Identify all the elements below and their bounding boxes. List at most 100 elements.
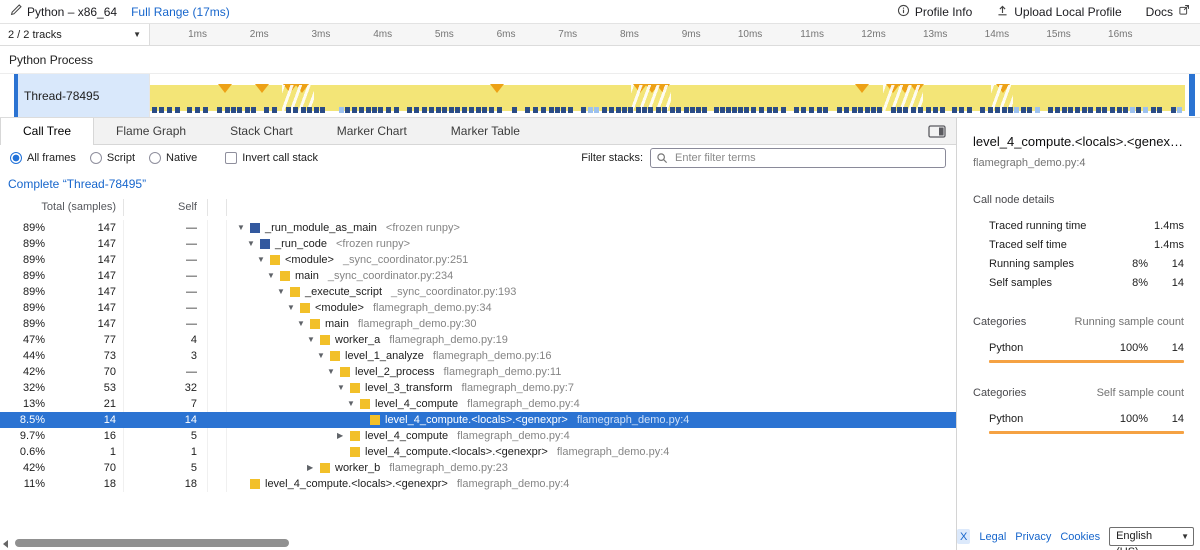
call-tree-row[interactable]: 89%147—▼_run_module_as_main<frozen runpy… bbox=[0, 220, 956, 236]
disclosure-triangle-icon[interactable]: ▼ bbox=[347, 396, 360, 412]
upload-label: Upload Local Profile bbox=[1014, 5, 1121, 19]
categories-sections: CategoriesRunning sample countPython100%… bbox=[957, 316, 1200, 434]
frame-location: flamegraph_demo.py:4 bbox=[557, 444, 670, 460]
call-tree-row[interactable]: 42%705▶worker_bflamegraph_demo.py:23 bbox=[0, 460, 956, 476]
call-tree-toolbar: All frames Script Native Invert call stack… bbox=[0, 145, 956, 171]
call-tree-row[interactable]: 8.5%1414level_4_compute.<locals>.<genexp… bbox=[0, 412, 956, 428]
detail-percent: 8% bbox=[1108, 258, 1148, 270]
category-percent: 100% bbox=[1108, 342, 1148, 354]
self-samples: — bbox=[123, 252, 207, 268]
tab-marker-table[interactable]: Marker Table bbox=[429, 118, 542, 144]
call-node-details-header: Call node details bbox=[973, 194, 1184, 206]
invert-call-stack-checkbox[interactable]: Invert call stack bbox=[225, 152, 318, 164]
call-tree-row[interactable]: 0.6%11level_4_compute.<locals>.<genexpr>… bbox=[0, 444, 956, 460]
ruler-tick-label: 1ms bbox=[188, 29, 207, 40]
radio-label: All frames bbox=[27, 152, 76, 164]
ruler-tick-label: 11ms bbox=[800, 29, 824, 40]
tab-call-tree[interactable]: Call Tree bbox=[0, 118, 94, 145]
disclosure-triangle-icon[interactable]: ▼ bbox=[337, 380, 350, 396]
ruler-tick-label: 5ms bbox=[435, 29, 454, 40]
disclosure-triangle-icon[interactable]: ▼ bbox=[277, 284, 290, 300]
disclosure-triangle-icon[interactable]: ▶ bbox=[337, 428, 350, 444]
docs-button[interactable]: Docs bbox=[1146, 4, 1190, 19]
native-frame-icon bbox=[250, 223, 260, 233]
self-samples: — bbox=[123, 300, 207, 316]
total-samples: 147 bbox=[45, 252, 123, 268]
range-selection-edge[interactable] bbox=[1189, 74, 1195, 116]
total-percent: 32% bbox=[0, 380, 45, 396]
radio-native[interactable]: Native bbox=[149, 152, 197, 164]
thread-track-label[interactable]: Thread-78495 bbox=[0, 74, 150, 117]
call-tree-row[interactable]: 42%70—▼level_2_processflamegraph_demo.py… bbox=[0, 364, 956, 380]
call-tree-row[interactable]: 89%147—▼_execute_script_sync_coordinator… bbox=[0, 284, 956, 300]
tab-marker-chart[interactable]: Marker Chart bbox=[315, 118, 429, 144]
marker-triangle-icon[interactable] bbox=[490, 84, 504, 93]
footer-links: Legal Privacy Cookies bbox=[979, 531, 1100, 543]
call-tree-row[interactable]: 47%774▼worker_aflamegraph_demo.py:19 bbox=[0, 332, 956, 348]
self-samples: 1 bbox=[123, 444, 207, 460]
detail-value: 14 bbox=[1148, 258, 1184, 270]
disclosure-triangle-icon[interactable]: ▼ bbox=[267, 268, 280, 284]
call-tree-row[interactable]: 89%147—▼<module>flamegraph_demo.py:34 bbox=[0, 300, 956, 316]
scrollbar-thumb[interactable] bbox=[15, 539, 289, 547]
ruler-tick-label: 15ms bbox=[1046, 29, 1070, 40]
process-track-row[interactable]: Python Process bbox=[0, 46, 1200, 74]
categories-header: Categories bbox=[973, 387, 1026, 399]
total-samples: 1 bbox=[45, 444, 123, 460]
filter-input[interactable] bbox=[650, 148, 946, 168]
ruler-tick-label: 4ms bbox=[373, 29, 392, 40]
footer-link-legal[interactable]: Legal bbox=[979, 531, 1006, 543]
thread-activity-graph[interactable] bbox=[150, 74, 1200, 117]
footer-link-cookies[interactable]: Cookies bbox=[1060, 531, 1100, 543]
disclosure-triangle-icon[interactable]: ▼ bbox=[247, 236, 260, 252]
profile-name-button[interactable]: Python – x86_64 bbox=[10, 4, 117, 19]
call-tree-row[interactable]: 32%5332▼level_3_transformflamegraph_demo… bbox=[0, 380, 956, 396]
dismiss-footer-button[interactable]: X bbox=[957, 529, 970, 544]
disclosure-triangle-icon[interactable]: ▼ bbox=[297, 316, 310, 332]
tracks-dropdown-button[interactable]: 2 / 2 tracks ▼ bbox=[0, 24, 150, 45]
upload-profile-button[interactable]: Upload Local Profile bbox=[996, 4, 1121, 20]
call-tree-row[interactable]: 89%147—▼<module>_sync_coordinator.py:251 bbox=[0, 252, 956, 268]
total-percent: 42% bbox=[0, 460, 45, 476]
disclosure-triangle-icon[interactable]: ▼ bbox=[307, 332, 320, 348]
call-tree-row[interactable]: 89%147—▼main_sync_coordinator.py:234 bbox=[0, 268, 956, 284]
python-frame-icon bbox=[270, 255, 280, 265]
categories-section: CategoriesRunning sample countPython100%… bbox=[957, 316, 1200, 363]
disclosure-triangle-icon[interactable]: ▼ bbox=[287, 300, 300, 316]
detail-label: Traced self time bbox=[989, 239, 1108, 251]
timeline-ruler[interactable]: 1ms2ms3ms4ms5ms6ms7ms8ms9ms10ms11ms12ms1… bbox=[150, 24, 1200, 45]
profile-info-label: Profile Info bbox=[915, 5, 972, 19]
samples-graph bbox=[150, 106, 1185, 114]
chevron-down-icon: ▼ bbox=[133, 30, 141, 39]
call-tree-row[interactable]: 44%733▼level_1_analyzeflamegraph_demo.py… bbox=[0, 348, 956, 364]
call-tree-row[interactable]: 89%147—▼_run_code<frozen runpy> bbox=[0, 236, 956, 252]
tab-stack-chart[interactable]: Stack Chart bbox=[208, 118, 315, 144]
disclosure-triangle-icon[interactable]: ▼ bbox=[237, 220, 250, 236]
call-tree-row[interactable]: 89%147—▼mainflamegraph_demo.py:30 bbox=[0, 316, 956, 332]
disclosure-triangle-icon[interactable]: ▼ bbox=[317, 348, 330, 364]
radio-script[interactable]: Script bbox=[90, 152, 135, 164]
sidebar-toggle-button[interactable] bbox=[928, 125, 946, 138]
tab-flame-graph[interactable]: Flame Graph bbox=[94, 118, 208, 144]
marker-triangle-icon[interactable] bbox=[255, 84, 269, 93]
disclosure-triangle-icon[interactable]: ▼ bbox=[257, 252, 270, 268]
profile-info-button[interactable]: Profile Info bbox=[897, 4, 972, 20]
language-select[interactable]: English (US) ▼ bbox=[1109, 527, 1194, 546]
radio-all-frames[interactable]: All frames bbox=[10, 152, 76, 164]
disclosure-triangle-icon[interactable]: ▼ bbox=[327, 364, 340, 380]
breadcrumb-complete-thread[interactable]: Complete “Thread-78495” bbox=[8, 177, 146, 191]
python-frame-icon bbox=[360, 399, 370, 409]
marker-triangle-icon[interactable] bbox=[218, 84, 232, 93]
total-samples: 18 bbox=[45, 476, 123, 492]
marker-triangle-icon[interactable] bbox=[855, 84, 869, 93]
full-range-link[interactable]: Full Range (17ms) bbox=[131, 5, 230, 19]
detail-row: Traced self time1.4ms bbox=[973, 235, 1184, 254]
call-tree-row[interactable]: 13%217▼level_4_computeflamegraph_demo.py… bbox=[0, 396, 956, 412]
call-tree-row[interactable]: 11%1818level_4_compute.<locals>.<genexpr… bbox=[0, 476, 956, 492]
call-tree-row[interactable]: 9.7%165▶level_4_computeflamegraph_demo.p… bbox=[0, 428, 956, 444]
disclosure-triangle-icon[interactable]: ▶ bbox=[307, 460, 320, 476]
python-frame-icon bbox=[370, 415, 380, 425]
footer-link-privacy[interactable]: Privacy bbox=[1015, 531, 1051, 543]
scroll-left-arrow-icon[interactable] bbox=[3, 540, 8, 548]
self-samples: — bbox=[123, 268, 207, 284]
